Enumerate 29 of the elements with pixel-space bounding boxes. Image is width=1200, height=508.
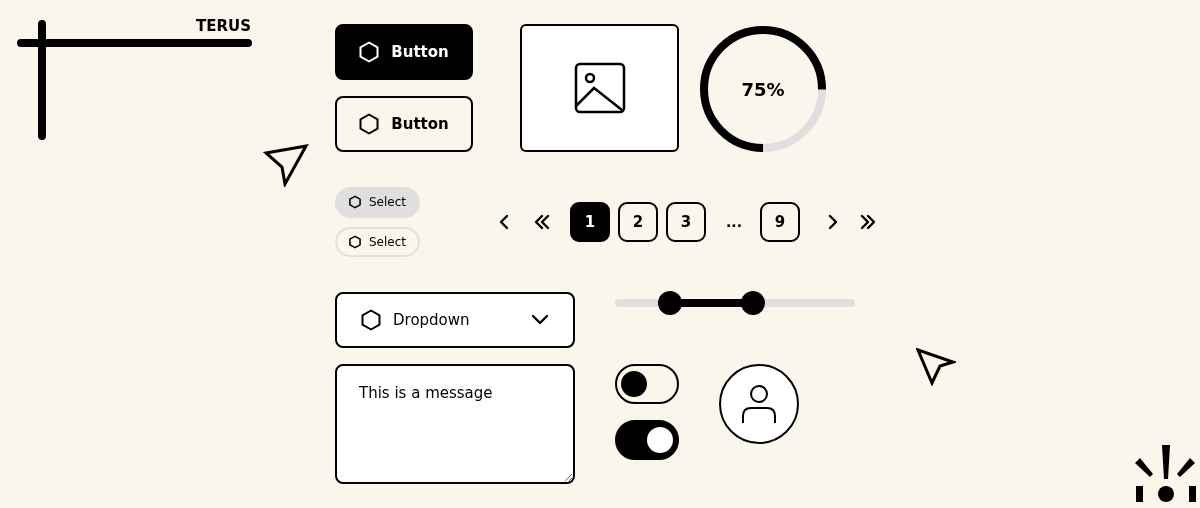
logo-text: TERUS bbox=[196, 16, 251, 37]
page-button[interactable]: 1 bbox=[570, 202, 610, 242]
cursor-arrow-icon bbox=[916, 348, 956, 386]
image-icon bbox=[573, 62, 626, 114]
pagination-ellipsis: ... bbox=[726, 212, 742, 232]
dropdown[interactable]: Dropdown bbox=[335, 292, 575, 348]
toggle-switch[interactable] bbox=[615, 420, 679, 460]
toggle-switch[interactable] bbox=[615, 364, 679, 404]
hexagon-icon bbox=[349, 233, 361, 250]
select-chip[interactable]: Select bbox=[335, 226, 420, 257]
hexagon-icon bbox=[359, 113, 380, 135]
page-button[interactable]: 9 bbox=[759, 202, 800, 242]
double-chevron-left-icon[interactable] bbox=[532, 212, 552, 232]
slider-thumb[interactable] bbox=[741, 291, 765, 315]
hexagon-icon bbox=[359, 41, 380, 63]
user-icon bbox=[741, 384, 777, 424]
hexagon-icon bbox=[361, 309, 381, 331]
cursor-arrow-icon bbox=[263, 143, 309, 187]
button[interactable]: Button bbox=[335, 24, 473, 80]
hexagon-icon bbox=[349, 194, 361, 211]
button[interactable]: Button bbox=[335, 96, 473, 152]
progress-percent: 75% bbox=[740, 77, 786, 102]
chevron-down-icon bbox=[531, 314, 549, 326]
select-chip[interactable]: Select bbox=[335, 187, 420, 218]
page-button[interactable]: 3 bbox=[666, 202, 706, 242]
slider-thumb[interactable] bbox=[658, 291, 683, 315]
message-field[interactable]: This is a message bbox=[335, 364, 575, 484]
burst-logo-icon bbox=[1133, 443, 1197, 503]
page-button[interactable]: 2 bbox=[618, 202, 658, 242]
